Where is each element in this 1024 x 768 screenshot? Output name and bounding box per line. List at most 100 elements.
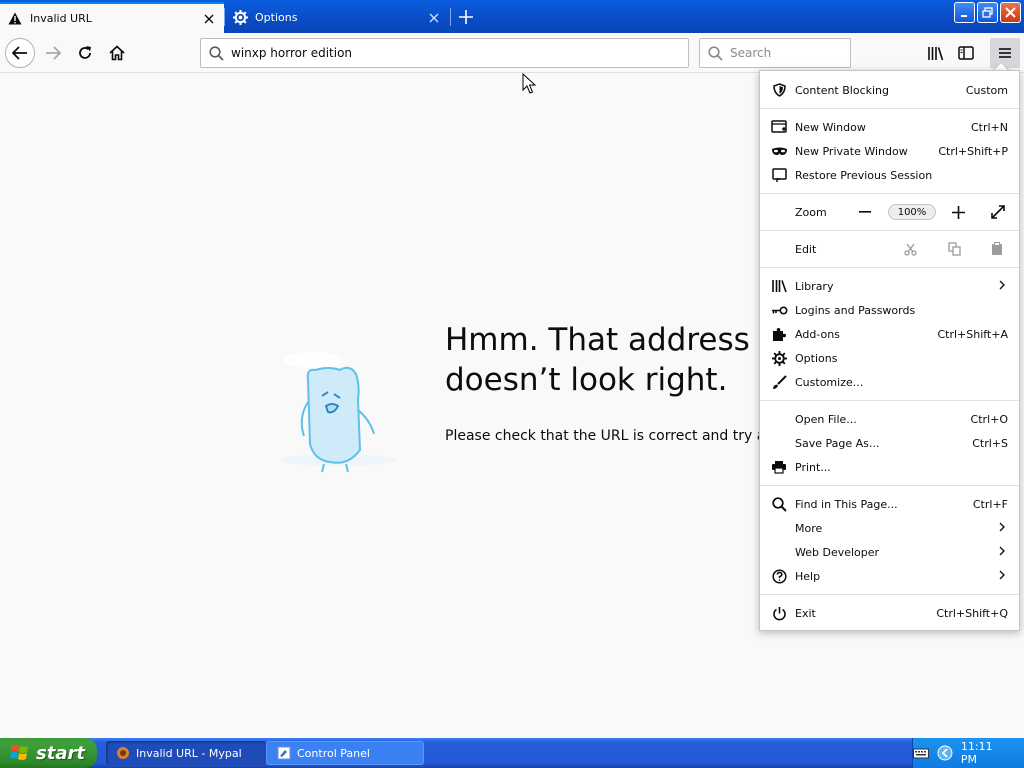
warning-icon xyxy=(0,12,30,25)
menu-item-restore-session[interactable]: Restore Previous Session xyxy=(760,163,1019,187)
search-icon xyxy=(201,45,231,61)
menu-item-label: Zoom xyxy=(795,205,827,219)
minus-icon xyxy=(859,211,871,213)
control-panel-icon xyxy=(277,746,291,760)
system-tray: 11:11 PM xyxy=(912,738,1024,768)
url-text: winxp horror edition xyxy=(231,46,353,60)
menu-item-logins-passwords[interactable]: Logins and Passwords xyxy=(760,298,1019,322)
menu-item-label: Print... xyxy=(795,460,831,474)
restore-icon xyxy=(982,7,993,18)
close-tab-icon[interactable] xyxy=(194,14,224,24)
menu-item-shortcut: Ctrl+Shift+A xyxy=(937,327,1008,341)
zoom-out-button[interactable] xyxy=(857,211,873,213)
app-menu-panel: Content Blocking Custom New Window Ctrl+… xyxy=(759,70,1020,631)
taskbar-button-mypal[interactable]: Invalid URL - Mypal xyxy=(106,741,266,765)
plus-icon xyxy=(459,10,473,24)
library-button[interactable] xyxy=(920,38,950,68)
keyboard-icon[interactable] xyxy=(913,747,929,759)
puzzle-icon xyxy=(770,325,788,343)
menu-separator xyxy=(760,594,1019,595)
back-button[interactable] xyxy=(5,38,35,68)
tab-options[interactable]: Options xyxy=(225,2,449,33)
copy-button[interactable] xyxy=(946,242,962,256)
menu-item-shortcut: Ctrl+Shift+P xyxy=(938,144,1008,158)
close-tab-icon[interactable] xyxy=(419,13,449,23)
new-tab-button[interactable] xyxy=(452,4,480,30)
help-icon xyxy=(770,567,788,585)
restore-session-icon xyxy=(770,166,788,184)
menu-item-find-in-page[interactable]: Find in This Page... Ctrl+F xyxy=(760,492,1019,516)
home-button[interactable] xyxy=(102,38,132,68)
windows-logo-icon xyxy=(10,745,28,760)
tab-invalid-url[interactable]: Invalid URL xyxy=(0,2,224,33)
power-icon xyxy=(770,604,788,622)
menu-item-new-window[interactable]: New Window Ctrl+N xyxy=(760,115,1019,139)
menu-item-exit[interactable]: Exit Ctrl+Shift+Q xyxy=(760,601,1019,625)
menu-item-label: Exit xyxy=(795,606,816,620)
fullscreen-icon xyxy=(991,205,1005,219)
close-icon xyxy=(1005,7,1016,18)
zoom-in-button[interactable] xyxy=(950,205,966,219)
tab-separator xyxy=(450,8,451,26)
hamburger-menu-icon xyxy=(999,48,1011,58)
menu-item-more[interactable]: More xyxy=(760,516,1019,540)
menu-separator xyxy=(760,230,1019,231)
tab-label: Invalid URL xyxy=(30,12,92,25)
menu-item-label: Web Developer xyxy=(795,545,880,559)
menu-item-shortcut: Ctrl+F xyxy=(972,497,1008,511)
private-mask-icon xyxy=(770,142,788,160)
menu-item-options[interactable]: Options xyxy=(760,346,1019,370)
menu-item-help[interactable]: Help xyxy=(760,564,1019,588)
menu-item-shortcut: Ctrl+Shift+Q xyxy=(936,606,1008,620)
menu-item-label: New Window xyxy=(795,120,866,134)
error-title-line-2: doesn’t look right. xyxy=(445,362,728,398)
menu-item-content-blocking[interactable]: Content Blocking Custom xyxy=(760,78,1019,102)
content-blocking-value: Custom xyxy=(965,83,1008,97)
address-bar[interactable]: winxp horror edition xyxy=(200,38,689,68)
error-illustration xyxy=(268,340,408,480)
menu-item-web-developer[interactable]: Web Developer xyxy=(760,540,1019,564)
new-window-icon xyxy=(770,118,788,136)
chevron-right-icon xyxy=(999,546,1005,559)
window-controls xyxy=(954,2,1021,23)
open-menu-button[interactable] xyxy=(990,38,1020,68)
close-window-button[interactable] xyxy=(1000,2,1021,23)
menu-item-save-page[interactable]: Save Page As... Ctrl+S xyxy=(760,431,1019,455)
taskbar-button-label: Control Panel xyxy=(297,746,370,760)
show-hidden-icons-icon[interactable] xyxy=(937,745,953,761)
chevron-right-icon xyxy=(999,522,1005,535)
sidebar-button[interactable] xyxy=(951,38,981,68)
shield-icon xyxy=(770,81,788,99)
menu-item-label: Open File... xyxy=(795,412,857,426)
taskbar-button-control-panel[interactable]: Control Panel xyxy=(266,741,424,765)
menu-separator xyxy=(760,400,1019,401)
menu-item-label: Edit xyxy=(795,242,817,256)
menu-item-addons[interactable]: Add-ons Ctrl+Shift+A xyxy=(760,322,1019,346)
menu-item-print[interactable]: Print... xyxy=(760,455,1019,479)
menu-item-label: Logins and Passwords xyxy=(795,303,916,317)
reload-button[interactable] xyxy=(70,38,100,68)
menu-item-open-file[interactable]: Open File... Ctrl+O xyxy=(760,407,1019,431)
gear-icon xyxy=(770,349,788,367)
menu-item-label: More xyxy=(795,521,823,535)
search-bar[interactable]: Search xyxy=(699,38,851,68)
plus-icon xyxy=(951,205,965,219)
forward-arrow-icon xyxy=(46,46,61,60)
menu-item-library[interactable]: Library xyxy=(760,274,1019,298)
paintbrush-icon xyxy=(770,373,788,391)
menu-item-customize[interactable]: Customize... xyxy=(760,370,1019,394)
fullscreen-button[interactable] xyxy=(990,205,1006,219)
zoom-reset-button[interactable]: 100% xyxy=(888,204,936,220)
paste-button[interactable] xyxy=(989,242,1005,256)
minimize-button[interactable] xyxy=(954,2,975,23)
forward-button[interactable] xyxy=(38,38,68,68)
taskbar-button-label: Invalid URL - Mypal xyxy=(136,746,242,760)
restore-button[interactable] xyxy=(977,2,998,23)
printer-icon xyxy=(770,458,788,476)
menu-item-label: New Private Window xyxy=(795,144,908,158)
menu-item-label: Add-ons xyxy=(795,327,840,341)
start-button[interactable]: start xyxy=(0,738,97,768)
menu-item-new-private-window[interactable]: New Private Window Ctrl+Shift+P xyxy=(760,139,1019,163)
menu-separator xyxy=(760,193,1019,194)
cut-button[interactable] xyxy=(902,243,918,256)
